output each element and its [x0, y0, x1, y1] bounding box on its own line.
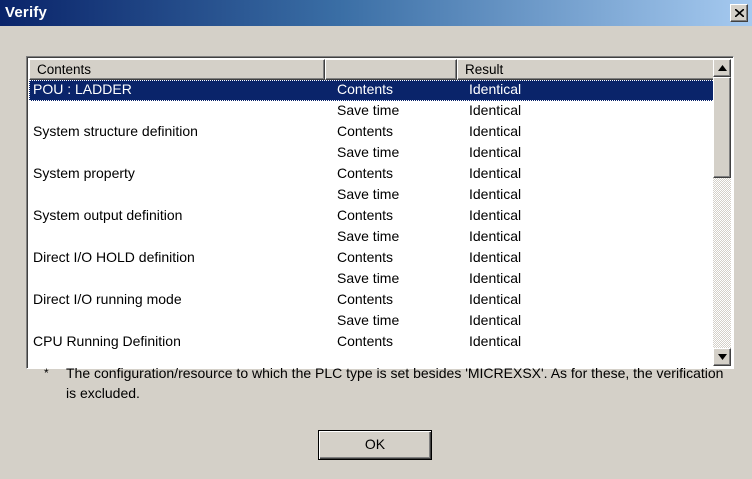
row-item: Contents — [337, 165, 394, 181]
title-bar[interactable]: Verify — [0, 0, 752, 26]
list-rows: POU : LADDER Contents Identical Save time Id… — [29, 80, 715, 368]
row-item: Contents — [337, 333, 394, 349]
row-result: Identical — [469, 81, 522, 97]
note-asterisk: * — [44, 366, 49, 380]
arrow-up-icon — [718, 65, 727, 71]
close-icon — [735, 9, 744, 17]
table-row[interactable]: System property Contents Identical — [29, 164, 715, 185]
row-contents: System structure definition — [33, 123, 198, 139]
row-item: Save time — [337, 144, 400, 160]
window-title: Verify — [5, 4, 48, 21]
row-result: Identical — [469, 186, 522, 202]
table-row[interactable]: POU : LADDER Contents Identical — [29, 80, 715, 101]
row-contents: System output definition — [33, 207, 183, 223]
row-result: Identical — [469, 291, 522, 307]
ok-button[interactable]: OK — [318, 430, 432, 460]
row-contents: Direct I/O HOLD definition — [33, 249, 195, 265]
row-item: Save time — [337, 186, 400, 202]
table-row[interactable]: Save time Identical — [29, 227, 715, 248]
column-header-contents[interactable]: Contents — [29, 59, 325, 80]
column-header-item[interactable] — [325, 59, 457, 80]
verify-results-list[interactable]: Contents Result POU : LADDER Contents Iden… — [26, 56, 734, 369]
table-row[interactable]: Save time Identical — [29, 143, 715, 164]
row-result: Identical — [469, 270, 522, 286]
row-contents: Direct I/O running mode — [33, 291, 182, 307]
row-result: Identical — [469, 333, 522, 349]
scroll-up-button[interactable] — [713, 59, 731, 77]
scroll-thumb[interactable] — [713, 77, 731, 178]
row-result: Identical — [469, 312, 522, 328]
table-row[interactable]: System structure definition Contents Ident… — [29, 122, 715, 143]
table-row[interactable]: Direct I/O HOLD definition Contents Identi… — [29, 248, 715, 269]
row-result: Identical — [469, 102, 522, 118]
row-item: Save time — [337, 270, 400, 286]
table-row[interactable]: Save time Identical — [29, 269, 715, 290]
table-row[interactable]: Save time Identical — [29, 185, 715, 206]
close-button[interactable] — [730, 4, 748, 22]
row-item: Contents — [337, 81, 394, 97]
vertical-scrollbar[interactable] — [713, 59, 731, 366]
table-row[interactable]: Direct I/O running mode Contents Identical — [29, 290, 715, 311]
note-text: The configuration/resource to which the … — [66, 365, 724, 401]
row-item: Save time — [337, 312, 400, 328]
row-contents: POU : LADDER — [33, 81, 132, 97]
row-item: Contents — [337, 207, 394, 223]
row-contents: System property — [33, 165, 135, 181]
row-item: Contents — [337, 249, 394, 265]
table-row[interactable]: System output definition Contents Identica… — [29, 206, 715, 227]
row-result: Identical — [469, 123, 522, 139]
row-result: Identical — [469, 165, 522, 181]
row-item: Save time — [337, 102, 400, 118]
row-contents: CPU Running Definition — [33, 333, 181, 349]
table-row[interactable]: CPU Running Definition Contents Identical — [29, 332, 715, 353]
row-item: Contents — [337, 123, 394, 139]
row-result: Identical — [469, 228, 522, 244]
list-header: Contents Result — [29, 59, 715, 80]
row-result: Identical — [469, 144, 522, 160]
column-header-result[interactable]: Result — [457, 59, 715, 80]
dialog-body: Contents Result POU : LADDER Contents Iden… — [0, 26, 752, 479]
row-result: Identical — [469, 249, 522, 265]
row-result: Identical — [469, 207, 522, 223]
table-row[interactable]: Save time Identical — [29, 311, 715, 332]
row-item: Save time — [337, 228, 400, 244]
arrow-down-icon — [718, 354, 727, 360]
row-item: Contents — [337, 291, 394, 307]
table-row[interactable]: Save time Identical — [29, 101, 715, 122]
